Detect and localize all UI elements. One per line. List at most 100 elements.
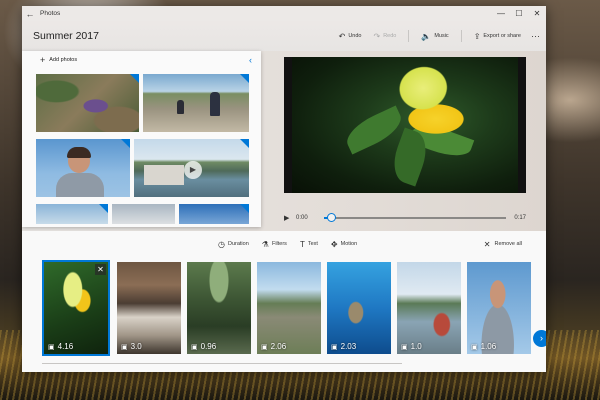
- storyboard-scrollbar[interactable]: [42, 363, 402, 364]
- scroll-right-button[interactable]: ›: [533, 330, 546, 347]
- project-header: Summer 2017 ↶ Undo ↷ Redo 🔈 Music ⇪ Expo…: [22, 21, 546, 51]
- image-icon: ▣: [261, 343, 268, 351]
- storyboard-card[interactable]: ▣ 1.06: [467, 262, 531, 354]
- in-use-marker: [121, 139, 130, 148]
- filters-label: Filters: [271, 241, 287, 247]
- library-thumbnail[interactable]: [36, 204, 108, 224]
- total-time: 0:17: [514, 215, 526, 221]
- speaker-icon: 🔈: [421, 31, 432, 41]
- music-label: Music: [434, 33, 449, 39]
- plus-icon: +: [40, 55, 46, 65]
- image-icon: ▣: [471, 343, 478, 351]
- duration-badge: ▣ 4.16: [48, 342, 73, 351]
- video-preview[interactable]: [284, 57, 526, 193]
- clock-icon: ◷: [218, 239, 225, 249]
- library-thumbnail[interactable]: [143, 74, 249, 132]
- toolbar: ↶ Undo ↷ Redo 🔈 Music ⇪ Export or share …: [327, 30, 546, 42]
- image-icon: ▣: [191, 343, 198, 351]
- image-icon: ▣: [48, 343, 55, 351]
- storyboard-card[interactable]: ▣ 1.0: [397, 262, 461, 354]
- storyboard-card[interactable]: ✕ ▣ 4.16: [42, 260, 110, 356]
- library-header: + Add photos ‹: [22, 51, 261, 69]
- toolbar-divider: [408, 30, 410, 42]
- filters-icon: ⚗: [261, 239, 269, 249]
- toolbar-divider: [460, 30, 462, 42]
- undo-label: Undo: [348, 33, 362, 39]
- more-options-button[interactable]: ···: [531, 31, 540, 41]
- seek-bar[interactable]: [324, 213, 506, 222]
- card-duration: 2.03: [340, 342, 357, 351]
- export-button[interactable]: ⇪ Export or share: [474, 32, 521, 41]
- playback-bar: ▶ 0:00 0:17: [284, 211, 526, 225]
- play-icon: ▶: [184, 161, 202, 179]
- photo-subject: [177, 100, 184, 114]
- undo-icon: ↶: [338, 31, 346, 41]
- remove-all-button[interactable]: ✕ Remove all: [484, 240, 522, 249]
- play-button[interactable]: ▶: [284, 214, 296, 222]
- storyboard-card[interactable]: ▣ 3.0: [117, 262, 181, 354]
- duration-badge: ▣ 1.06: [471, 342, 496, 351]
- text-button[interactable]: T Text: [300, 240, 318, 249]
- card-duration: 1.06: [480, 342, 497, 351]
- redo-button[interactable]: ↷ Redo: [373, 32, 396, 41]
- storyboard-card[interactable]: ▣ 2.03: [327, 262, 391, 354]
- export-label: Export or share: [483, 33, 521, 39]
- in-use-marker: [240, 74, 249, 83]
- in-use-marker: [130, 74, 139, 83]
- photo-subject: [144, 165, 184, 185]
- seek-handle[interactable]: [327, 213, 337, 222]
- card-duration: 4.16: [57, 342, 74, 351]
- in-use-marker: [99, 204, 108, 213]
- text-icon: T: [299, 239, 305, 249]
- app-name: Photos: [40, 10, 61, 17]
- preview-butterfly: [390, 62, 452, 120]
- duration-badge: ▣ 3.0: [121, 342, 142, 351]
- image-icon: ▣: [121, 343, 128, 351]
- library-thumbnail[interactable]: [36, 74, 139, 132]
- preview-frame: [292, 57, 518, 193]
- editor-upper-area: + Add photos ‹ ▶ ▶ 0:00 0:17: [22, 51, 546, 231]
- library-video-thumbnail[interactable]: ▶: [134, 139, 249, 197]
- collapse-library-button[interactable]: ‹: [249, 55, 252, 65]
- project-title[interactable]: Summer 2017: [33, 30, 99, 42]
- card-duration: 2.06: [270, 342, 287, 351]
- photos-window: ← Photos — ☐ ✕ Summer 2017 ↶ Undo ↷ Redo…: [22, 6, 546, 372]
- remove-card-button[interactable]: ✕: [95, 264, 106, 275]
- add-photos-label: Add photos: [49, 57, 78, 63]
- motion-label: Motion: [340, 241, 358, 247]
- add-photos-button[interactable]: + Add photos: [40, 55, 77, 65]
- duration-button[interactable]: ◷ Duration: [218, 240, 249, 249]
- minimize-button[interactable]: —: [492, 6, 510, 21]
- library-thumbnail[interactable]: [179, 204, 249, 224]
- storyboard: ◷ Duration ⚗ Filters T Text ✥ Motion ✕ R…: [22, 231, 546, 372]
- undo-button[interactable]: ↶ Undo: [339, 32, 362, 41]
- library-thumbnail[interactable]: [36, 139, 130, 197]
- title-bar: ← Photos — ☐ ✕: [22, 6, 546, 21]
- photo-subject: [67, 147, 91, 158]
- card-duration: 0.96: [200, 342, 217, 351]
- image-icon: ▣: [401, 343, 408, 351]
- library-thumbnail[interactable]: [112, 204, 175, 224]
- storyboard-card[interactable]: ▣ 2.06: [257, 262, 321, 354]
- project-library: + Add photos ‹ ▶: [22, 51, 261, 227]
- card-duration: 1.0: [410, 342, 422, 351]
- export-icon: ⇪: [473, 31, 481, 41]
- storyboard-toolbar: ◷ Duration ⚗ Filters T Text ✥ Motion ✕ R…: [22, 237, 546, 251]
- storyboard-card[interactable]: ▣ 0.96: [187, 262, 251, 354]
- card-duration: 3.0: [130, 342, 142, 351]
- image-icon: ▣: [331, 343, 338, 351]
- duration-badge: ▣ 0.96: [191, 342, 216, 351]
- filters-button[interactable]: ⚗ Filters: [262, 240, 287, 249]
- duration-badge: ▣ 1.0: [401, 342, 422, 351]
- maximize-button[interactable]: ☐: [510, 6, 528, 21]
- back-button[interactable]: ←: [22, 9, 38, 19]
- in-use-marker: [240, 204, 249, 213]
- motion-button[interactable]: ✥ Motion: [331, 240, 357, 249]
- duration-badge: ▣ 2.03: [331, 342, 356, 351]
- motion-icon: ✥: [330, 239, 338, 249]
- close-window-button[interactable]: ✕: [528, 6, 546, 21]
- photo-subject: [210, 92, 220, 116]
- current-time: 0:00: [296, 215, 308, 221]
- redo-icon: ↷: [373, 31, 381, 41]
- music-button[interactable]: 🔈 Music: [421, 32, 448, 41]
